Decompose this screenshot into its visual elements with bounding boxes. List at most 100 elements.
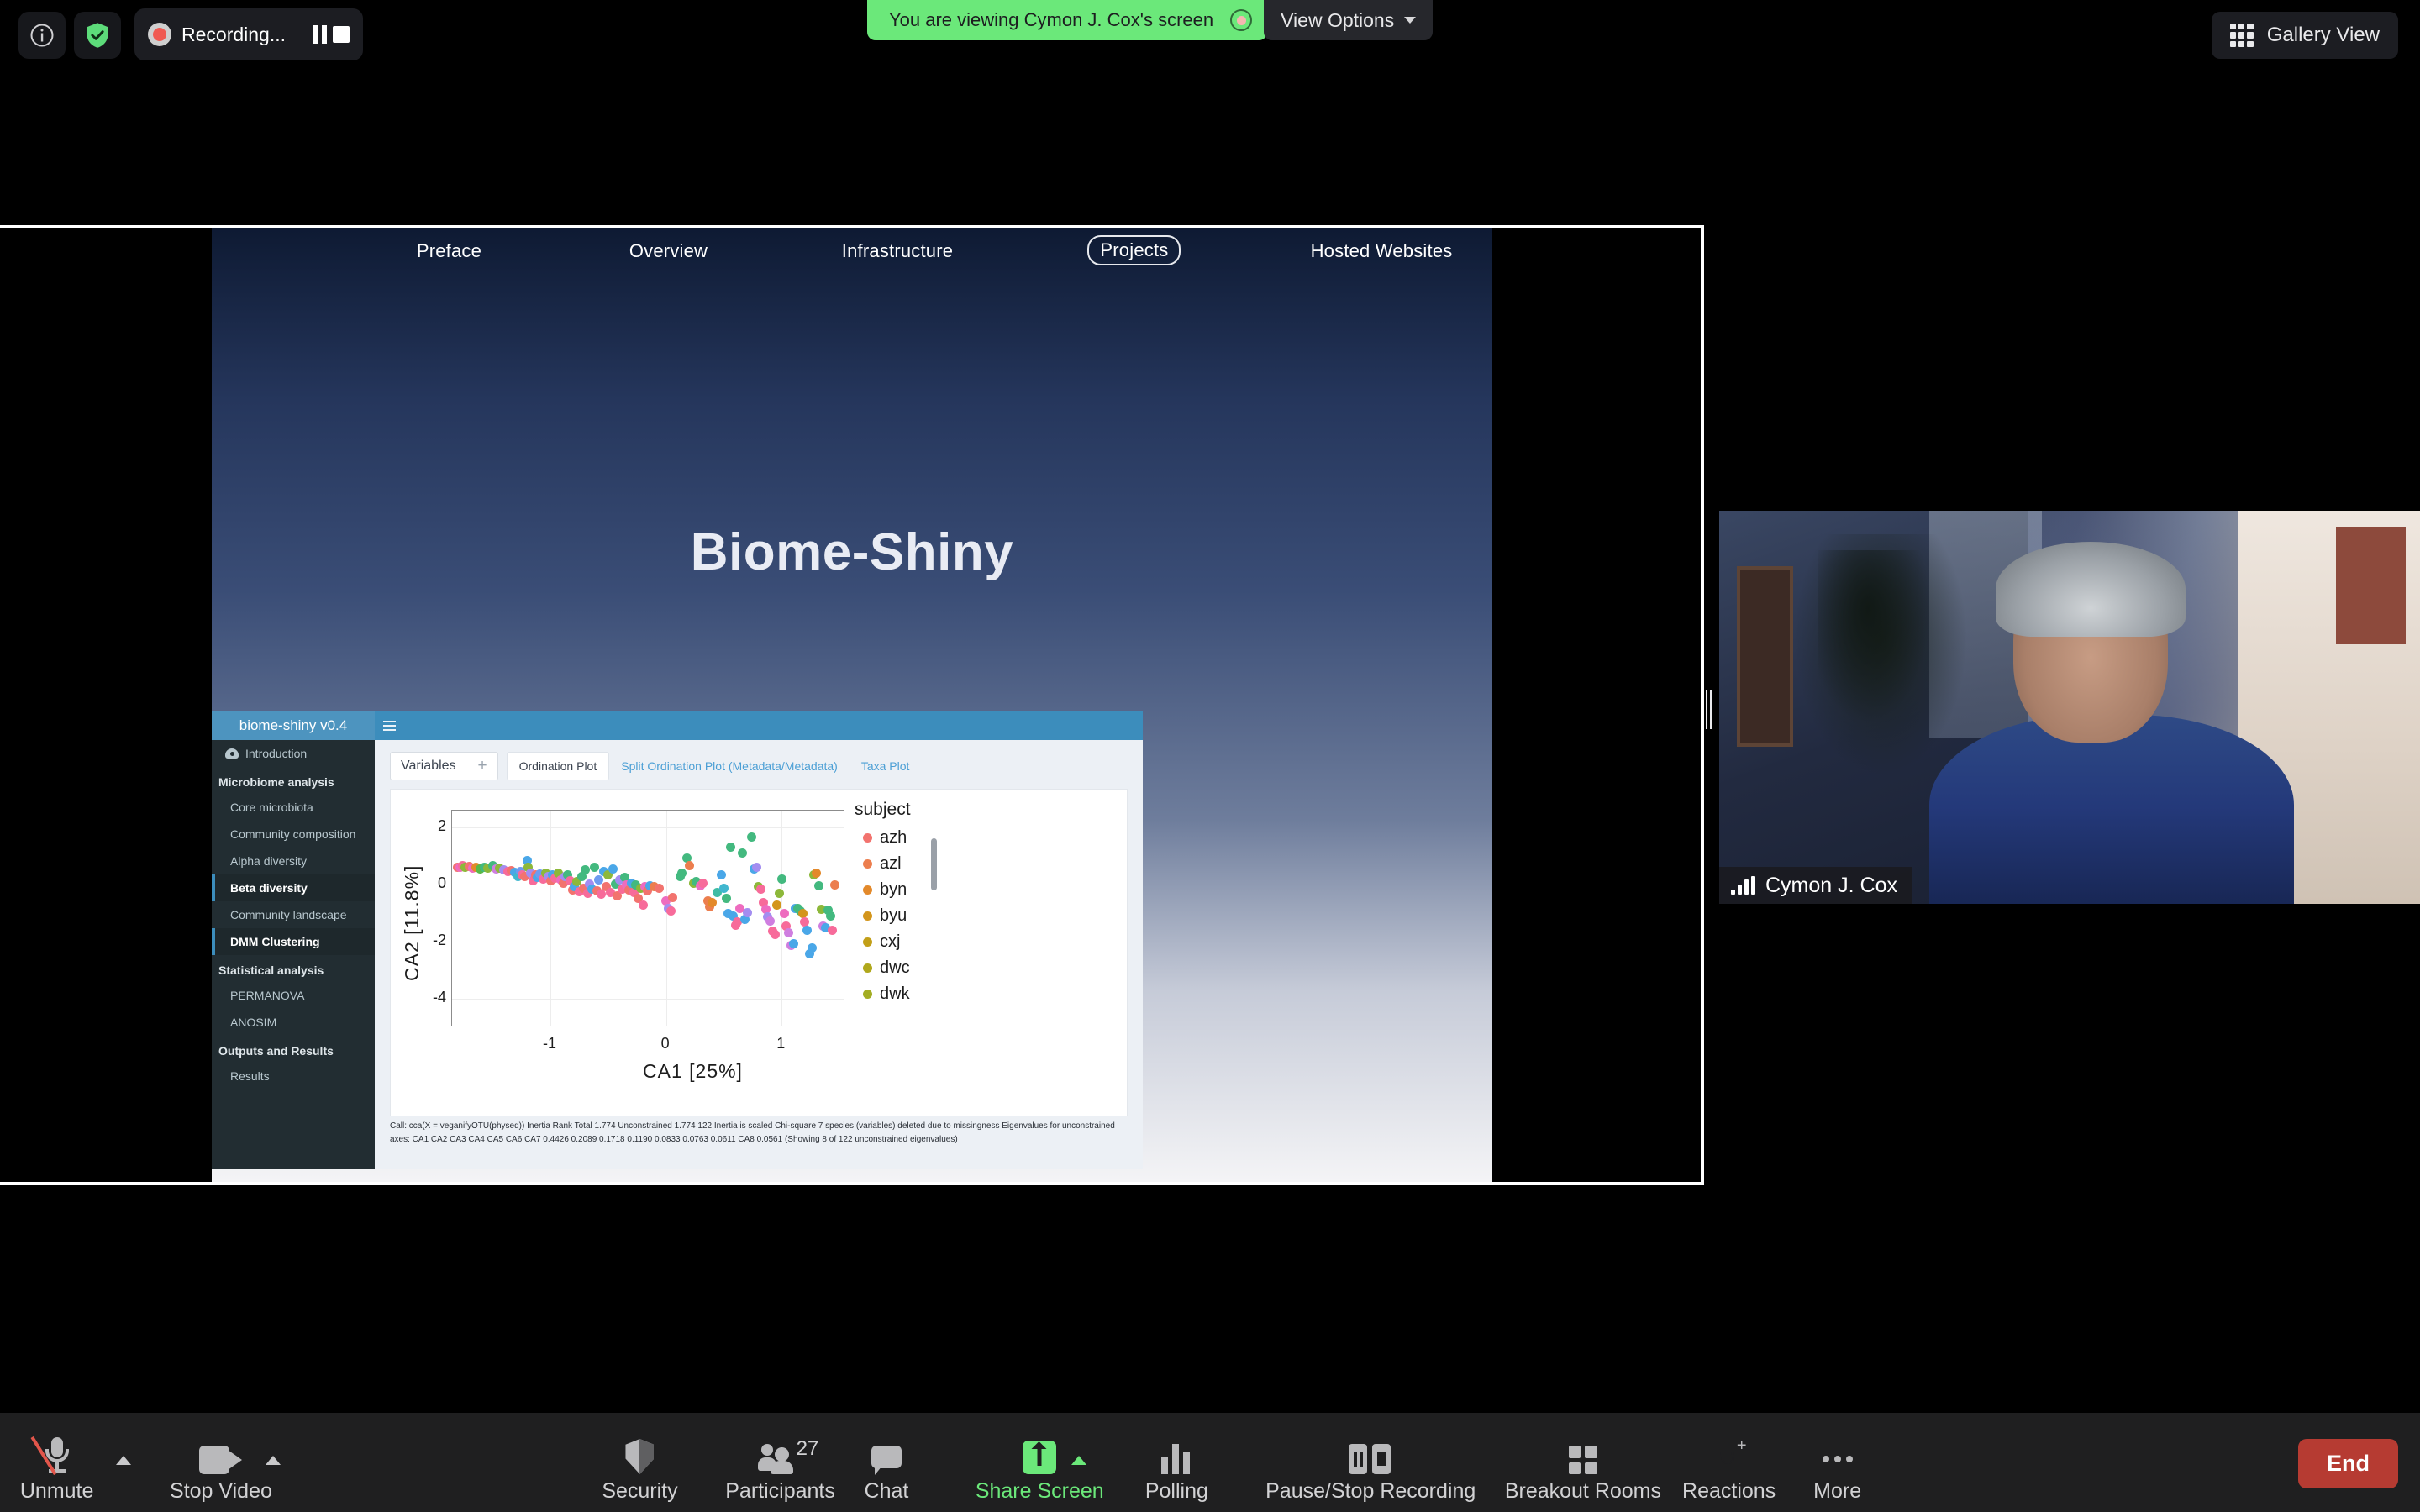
toolbar-button-share-screen[interactable]: Share Screen — [976, 1436, 1104, 1504]
meeting-toolbar: Unmute Stop Video Security 27 Participants Ch… — [0, 1413, 2420, 1512]
shiny-sidebar-item-anosim[interactable]: ANOSIM — [212, 1009, 375, 1036]
shiny-sidebar-label: Microbiome analysis — [218, 775, 334, 789]
scatter-point — [654, 883, 664, 893]
legend-scrollbar[interactable] — [931, 838, 937, 890]
meeting-info-button[interactable] — [18, 12, 66, 59]
dashboard-icon — [225, 748, 239, 759]
shiny-sidebar-item-dmm-clustering[interactable]: DMM Clustering — [212, 928, 375, 955]
grid-icon — [1568, 1436, 1597, 1474]
toolbar-caret-unmute[interactable] — [115, 1456, 131, 1465]
plot-panel — [451, 810, 844, 1026]
shiny-sidebar-item-community-composition[interactable]: Community composition — [212, 821, 375, 848]
shiny-header: biome-shiny v0.4 — [212, 711, 1143, 740]
scatter-point — [751, 862, 761, 872]
shared-screen-area[interactable]: Preface Overview Infrastructure Projects Hos… — [0, 225, 1704, 1185]
shiny-sidebar-header: Microbiome analysis — [212, 767, 375, 794]
toolbar-caret-share-screen[interactable] — [1071, 1456, 1086, 1465]
slide-nav-preface[interactable]: Preface — [417, 240, 481, 262]
legend-color-dot — [863, 990, 872, 999]
panel-drag-handle[interactable] — [1706, 690, 1713, 729]
pause-icon[interactable] — [313, 25, 328, 44]
scatter-point — [756, 885, 766, 895]
ordination-plot: CA2 [11.8%] CA1 [25%] 2 0 -2 -4 -1 0 1 subjec… — [390, 789, 1128, 1116]
shiny-sidebar-item-core-microbiota[interactable]: Core microbiota — [212, 794, 375, 821]
toolbar-button-more[interactable]: More — [1813, 1436, 1861, 1504]
toolbar-button-security[interactable]: Security — [602, 1436, 678, 1504]
shiny-sidebar-label: Beta diversity — [230, 881, 308, 895]
signal-bars-icon — [1731, 876, 1755, 895]
banner-record-icon — [1230, 9, 1253, 31]
toolbar-button-polling[interactable]: Polling — [1145, 1436, 1208, 1504]
shiny-sidebar-item-permanova[interactable]: PERMANOVA — [212, 982, 375, 1009]
gridline-horizontal — [452, 827, 844, 829]
scatter-point — [776, 874, 786, 884]
legend-label: cxj — [880, 932, 901, 951]
scatter-point — [788, 938, 798, 948]
slide-nav-infrastructure[interactable]: Infrastructure — [842, 240, 953, 262]
toolbar-label: Polling — [1144, 1479, 1208, 1503]
shiny-tab-taxa-plot[interactable]: Taxa Plot — [850, 759, 922, 773]
camera-icon — [198, 1436, 243, 1474]
slide-nav: Preface Overview Infrastructure Projects Hos… — [212, 228, 1492, 284]
shiny-sidebar-item-beta-diversity[interactable]: Beta diversity — [212, 874, 375, 901]
scatter-point — [779, 908, 789, 918]
legend-color-dot — [863, 859, 872, 869]
shiny-sidebar-item-introduction[interactable]: Introduction — [212, 740, 375, 767]
gallery-view-label: Gallery View — [2266, 24, 2380, 46]
shiny-sidebar-label: Results — [230, 1069, 270, 1083]
scatter-point — [807, 943, 817, 953]
shiny-sidebar-item-community-landscape[interactable]: Community landscape — [212, 901, 375, 928]
scatter-point — [589, 862, 599, 872]
scatter-point — [717, 870, 727, 880]
variables-selector[interactable]: Variables + — [390, 752, 498, 780]
toolbar-button-stop-video[interactable]: Stop Video — [170, 1436, 272, 1504]
participant-video-tile[interactable]: Cymon J. Cox — [1719, 511, 2420, 904]
legend-label: byn — [880, 880, 908, 899]
toolbar-label: Unmute — [19, 1479, 94, 1503]
ellipsis-icon — [1822, 1436, 1853, 1474]
shiny-sidebar-item-alpha-diversity[interactable]: Alpha diversity — [212, 848, 375, 874]
slide-nav-hosted-websites[interactable]: Hosted Websites — [1311, 240, 1453, 262]
scatter-point — [742, 908, 752, 918]
y-axis-label: CA2 [11.8%] — [401, 864, 423, 982]
x-axis-label: CA1 [25%] — [643, 1060, 743, 1082]
stop-icon[interactable] — [333, 26, 350, 43]
scatter-point — [708, 897, 718, 907]
shiny-sidebar-item-results[interactable]: Results — [212, 1063, 375, 1089]
toolbar-button-chat[interactable]: Chat — [865, 1436, 908, 1504]
toolbar-caret-stop-video[interactable] — [265, 1456, 281, 1465]
shield-check-icon — [87, 23, 108, 48]
toolbar-button-unmute[interactable]: Unmute — [19, 1436, 94, 1504]
plus-icon[interactable]: + — [478, 757, 487, 775]
hamburger-menu-icon[interactable] — [375, 711, 403, 740]
end-button[interactable]: End — [2298, 1439, 2398, 1488]
slide-nav-overview[interactable]: Overview — [629, 240, 708, 262]
shiny-tab-ordination-plot[interactable]: Ordination Plot — [506, 752, 610, 780]
scatter-point — [718, 883, 729, 893]
x-tick-label: 1 — [776, 1035, 786, 1052]
shield-icon — [625, 1436, 655, 1474]
grid-icon — [2229, 24, 2254, 47]
toolbar-label: Stop Video — [170, 1479, 272, 1503]
toolbar-label: More — [1813, 1479, 1862, 1503]
toolbar-button-breakout-rooms[interactable]: Breakout Rooms — [1505, 1436, 1661, 1504]
view-options-button[interactable]: View Options — [1264, 0, 1434, 40]
zoom-meeting-window: Recording... You are viewing Cymon J. Co… — [0, 0, 2420, 1512]
toolbar-button-pause-stop-recording[interactable]: Pause/Stop Recording — [1265, 1436, 1476, 1504]
gallery-view-button[interactable]: Gallery View — [2211, 12, 2398, 59]
toolbar-button-reactions[interactable]: + Reactions — [1682, 1436, 1776, 1504]
encryption-shield-button[interactable] — [74, 12, 121, 59]
chevron-down-icon — [1404, 17, 1417, 24]
participants-count: 27 — [796, 1437, 819, 1460]
toolbar-button-participants[interactable]: 27 Participants — [725, 1436, 835, 1504]
variables-label: Variables — [401, 759, 456, 773]
slide-nav-projects[interactable]: Projects — [1087, 235, 1181, 265]
scatter-point — [597, 890, 607, 900]
shiny-tab-split-ordination-plot-metadata-metadata[interactable]: Split Ordination Plot (Metadata/Metadata… — [609, 759, 850, 773]
recording-indicator[interactable]: Recording... — [134, 8, 363, 60]
pause-stop-icon — [1349, 1436, 1392, 1474]
scatter-point — [747, 832, 756, 843]
bar-chart-icon — [1161, 1436, 1192, 1474]
shiny-sidebar-label: Community composition — [230, 827, 356, 841]
plot-legend: subject azh azl byn byu cxj dwc dwk — [851, 800, 937, 1040]
